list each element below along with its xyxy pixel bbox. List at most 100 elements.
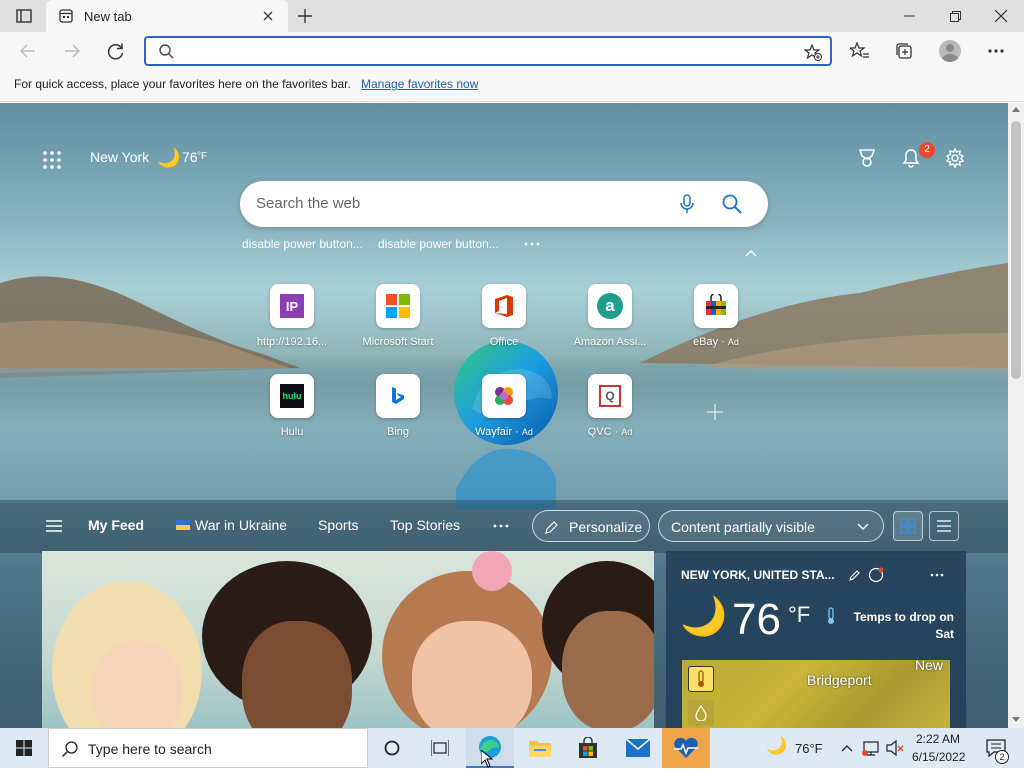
forward-icon[interactable] (60, 40, 84, 62)
profile-avatar[interactable] (939, 40, 961, 62)
cortana-button[interactable] (368, 728, 416, 768)
moon-icon: 🌙 (157, 148, 181, 169)
favorites-bar: For quick access, place your favorites h… (0, 72, 1024, 102)
tab-sports[interactable]: Sports (318, 517, 358, 533)
network-icon (862, 741, 879, 756)
weather-card-temp: 76 (732, 595, 781, 644)
temperature-layer-icon[interactable] (688, 666, 714, 692)
quick-link-bing[interactable]: Bing (353, 374, 443, 438)
weather-city[interactable]: New York (90, 149, 149, 165)
settings-more-icon[interactable] (984, 40, 1008, 62)
taskbar-weather-icon[interactable]: 🌙 (766, 736, 787, 756)
quick-link-microsoft-start[interactable]: Microsoft Start (353, 284, 443, 348)
edit-location-icon[interactable] (847, 567, 863, 583)
favorites-icon[interactable] (848, 40, 872, 62)
scroll-up-icon[interactable] (1011, 105, 1021, 113)
chevron-down-icon (855, 521, 871, 533)
more-feed-tabs-icon[interactable] (490, 518, 512, 534)
content-visibility-value: Content partially visible (671, 519, 815, 535)
action-center-button[interactable] (976, 728, 1016, 768)
collapse-chevron-icon[interactable] (742, 246, 760, 260)
news-card-image[interactable] (42, 551, 654, 728)
content-visibility-select[interactable]: Content partially visible (658, 510, 884, 542)
notification-badge: 2 (919, 142, 935, 158)
taskbar-search-box[interactable]: Type here to search (48, 728, 368, 768)
taskbar-weather-temp[interactable]: 76°F (795, 741, 823, 756)
quick-link-office[interactable]: Office (459, 284, 549, 348)
add-quick-link-icon[interactable] (704, 401, 726, 423)
hulu-logo-icon: hulu (280, 384, 304, 408)
page-scrollbar[interactable] (1008, 103, 1024, 728)
add-favorite-icon[interactable] (802, 42, 824, 62)
start-button[interactable] (0, 728, 48, 768)
taskbar-health-app[interactable] (662, 728, 710, 768)
scroll-down-icon[interactable] (1011, 715, 1021, 723)
taskbar-date[interactable]: 6/15/2022 (912, 750, 965, 764)
weather-moon-icon: 🌙 (680, 596, 728, 638)
close-window-icon[interactable] (988, 6, 1014, 26)
recent-search-2[interactable]: disable power button... (378, 237, 499, 251)
quick-link-amazon[interactable]: a Amazon Assi... (565, 284, 655, 348)
weather-alert-icon[interactable] (867, 566, 885, 584)
collections-icon[interactable] (892, 40, 916, 62)
tab-war-in-ukraine[interactable]: War in Ukraine (195, 517, 287, 533)
quick-link-wayfair[interactable]: Wayfair · Ad (459, 374, 549, 438)
apps-launcher-icon[interactable] (40, 148, 64, 172)
new-tab-plus-icon[interactable] (294, 6, 316, 26)
quick-link-hulu[interactable]: hulu Hulu (247, 374, 337, 438)
precipitation-layer-icon[interactable] (688, 700, 714, 726)
web-search-box[interactable]: Search the web (240, 181, 768, 227)
scrollbar-thumb[interactable] (1011, 121, 1021, 379)
quick-link-ebay[interactable]: eBay · Ad (671, 284, 761, 348)
taskbar-time[interactable]: 2:22 AM (916, 732, 960, 746)
quick-link-label: Amazon Assi... (573, 336, 647, 348)
show-hidden-icons[interactable] (838, 728, 856, 768)
list-view-icon[interactable] (929, 511, 959, 541)
quick-link-label: Bing (386, 426, 410, 438)
ad-label: Ad (621, 427, 633, 437)
personalize-button[interactable]: Personalize (532, 510, 650, 542)
windows-logo-icon (16, 740, 32, 756)
page-settings-gear-icon[interactable] (943, 146, 967, 170)
quick-link-qvc[interactable]: Q QVC · Ad (565, 374, 655, 438)
tab-actions-icon[interactable] (12, 6, 36, 26)
favorites-bar-hint: For quick access, place your favorites h… (14, 77, 351, 91)
weather-more-icon[interactable] (926, 567, 948, 583)
feed-menu-icon[interactable] (44, 517, 64, 535)
grid-view-icon[interactable] (893, 511, 923, 541)
weather-temp[interactable]: 76 (182, 149, 198, 165)
volume-control[interactable] (884, 728, 906, 768)
mail-icon (626, 739, 650, 757)
weather-card[interactable]: NEW YORK, UNITED STA... 🌙 76 °F Temps to… (666, 551, 966, 728)
map-label-new: New (915, 657, 944, 673)
taskbar-store[interactable] (564, 728, 612, 768)
restore-icon[interactable] (942, 6, 968, 26)
more-searches-icon[interactable] (520, 237, 544, 251)
microphone-icon[interactable] (676, 193, 698, 215)
back-icon[interactable] (16, 40, 40, 62)
chevron-up-icon (841, 745, 853, 752)
rewards-icon[interactable] (855, 146, 879, 170)
quick-link-ip[interactable]: IP http://192.16... (247, 284, 337, 348)
tab-new-tab[interactable]: New tab (46, 0, 288, 32)
taskbar-mail[interactable] (614, 728, 662, 768)
ukraine-flag-icon (176, 520, 190, 530)
task-view-icon (431, 740, 449, 756)
task-view-button[interactable] (416, 728, 464, 768)
weather-map[interactable]: New Bridgeport (682, 657, 950, 728)
tab-top-stories[interactable]: Top Stories (390, 517, 460, 533)
recent-search-1[interactable]: disable power button... (242, 237, 363, 251)
volume-muted-icon (886, 740, 904, 756)
weather-card-unit: °F (788, 602, 811, 627)
web-search-icon[interactable] (720, 192, 744, 216)
refresh-icon[interactable] (104, 40, 128, 62)
address-bar[interactable] (144, 36, 832, 66)
tab-title: New tab (84, 9, 132, 24)
network-status[interactable] (860, 728, 882, 768)
close-tab-icon[interactable] (260, 8, 276, 24)
minimize-icon[interactable] (896, 6, 922, 26)
manage-favorites-link[interactable]: Manage favorites now (361, 77, 478, 91)
taskbar-file-explorer[interactable] (516, 728, 564, 768)
tab-my-feed[interactable]: My Feed (88, 517, 144, 533)
bing-logo-icon (392, 387, 404, 404)
